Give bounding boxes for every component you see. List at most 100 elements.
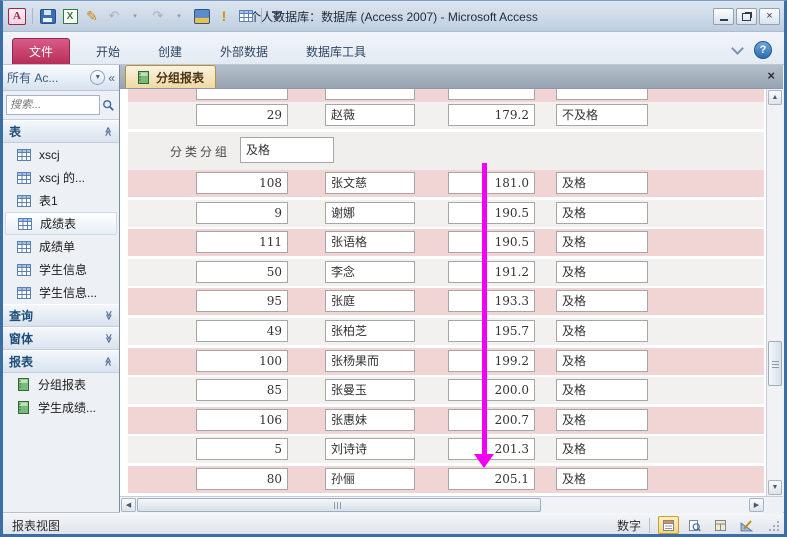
tab-file[interactable]: 文件 — [12, 38, 70, 64]
nav-item-学生信息...[interactable]: 学生信息... — [3, 281, 119, 304]
minimize-button[interactable] — [713, 7, 734, 25]
report-field-id[interactable]: 5 — [196, 438, 288, 461]
report-field-id[interactable]: 85 — [196, 379, 288, 402]
report-field-name[interactable]: 张惠妹 — [325, 408, 415, 431]
report-field-grade[interactable]: 及格 — [556, 231, 648, 254]
report-field-id[interactable]: 106 — [196, 408, 288, 431]
undo-menu-icon[interactable]: ▾ — [127, 8, 145, 25]
group-header-value[interactable]: 及格 — [240, 137, 334, 163]
help-button[interactable]: ? — [754, 41, 772, 59]
report-field-score[interactable]: 200.7 — [448, 408, 535, 431]
search-icon[interactable] — [100, 99, 116, 112]
report-field-name[interactable]: 赵薇 — [325, 104, 415, 126]
design-view-button[interactable] — [736, 516, 757, 534]
nav-section-查询[interactable]: 查询 ≫ — [3, 304, 119, 327]
scroll-left-icon[interactable]: ◀ — [121, 498, 136, 512]
report-field-name[interactable]: 孙俪 — [325, 467, 415, 490]
report-field-score[interactable]: 205.1 — [448, 467, 535, 490]
nav-section-报表[interactable]: 报表 ≫ — [3, 350, 119, 373]
report-field-grade[interactable]: 及格 — [556, 290, 648, 313]
report-field-grade[interactable]: 及格 — [556, 172, 648, 194]
redo-menu-icon[interactable]: ▾ — [171, 8, 189, 25]
report-field-score[interactable]: 199.2 — [448, 349, 535, 372]
report-field-name[interactable]: 张杨果而 — [325, 349, 415, 372]
report-field-name[interactable]: 张文慈 — [325, 172, 415, 194]
undo-icon[interactable]: ↶ — [105, 8, 123, 25]
report-field-score[interactable]: 200.0 — [448, 379, 535, 402]
restore-button[interactable] — [736, 7, 757, 25]
report-field-grade[interactable]: 及格 — [556, 201, 648, 224]
report-field-name[interactable]: 刘诗诗 — [325, 438, 415, 461]
nav-item-表1[interactable]: 表1 — [3, 189, 119, 212]
report-field-id[interactable]: 80 — [196, 467, 288, 490]
report-field-grade[interactable]: 及格 — [556, 467, 648, 490]
scroll-down-icon[interactable]: ▼ — [768, 480, 782, 495]
nav-pane-header[interactable]: 所有 Ac... ▼ « — [3, 65, 119, 91]
report-field-score[interactable]: 190.5 — [448, 201, 535, 224]
report-field-empty[interactable] — [556, 89, 648, 100]
tab-database-tools[interactable]: 数据库工具 — [287, 39, 385, 64]
report-field-grade[interactable]: 不及格 — [556, 104, 648, 126]
report-field-name[interactable]: 张曼玉 — [325, 379, 415, 402]
nav-item-成绩表[interactable]: 成绩表 — [5, 212, 117, 235]
export-excel-icon[interactable]: X — [61, 8, 79, 25]
report-field-name[interactable]: 李念 — [325, 260, 415, 283]
report-field-empty[interactable] — [448, 89, 535, 100]
access-logo-icon[interactable]: A — [8, 7, 26, 25]
layout-view-button[interactable] — [710, 516, 731, 534]
collapse-pane-icon[interactable]: « — [108, 71, 115, 85]
report-field-score[interactable]: 179.2 — [448, 104, 535, 126]
report-field-score[interactable]: 190.5 — [448, 231, 535, 254]
vertical-scrollbar[interactable]: ▲ ▼ — [766, 89, 783, 496]
nav-pane-dropdown-icon[interactable]: ▼ — [90, 70, 106, 85]
tab-home[interactable]: 开始 — [77, 39, 139, 64]
report-field-id[interactable]: 49 — [196, 319, 288, 342]
nav-item-学生信息[interactable]: 学生信息 — [3, 258, 119, 281]
report-field-id[interactable]: 9 — [196, 201, 288, 224]
report-field-grade[interactable]: 及格 — [556, 349, 648, 372]
report-field-empty[interactable] — [325, 89, 415, 100]
nav-item-xscj 的...[interactable]: xscj 的... — [3, 166, 119, 189]
report-field-id[interactable]: 111 — [196, 231, 288, 254]
report-field-grade[interactable]: 及格 — [556, 319, 648, 342]
print-preview-button[interactable] — [684, 516, 705, 534]
minimize-ribbon-icon[interactable] — [731, 42, 744, 55]
report-field-id[interactable]: 95 — [196, 290, 288, 313]
report-field-id[interactable]: 50 — [196, 260, 288, 283]
report-field-grade[interactable]: 及格 — [556, 379, 648, 402]
report-field-name[interactable]: 谢娜 — [325, 201, 415, 224]
nav-item-分组报表[interactable]: 分组报表 — [3, 373, 119, 396]
close-button[interactable]: × — [759, 7, 780, 25]
resize-grip[interactable] — [767, 518, 780, 532]
run-icon[interactable]: ! — [215, 8, 233, 25]
horizontal-scrollbar-thumb[interactable] — [137, 498, 541, 512]
close-document-icon[interactable]: × — [767, 68, 775, 83]
redo-icon[interactable]: ↷ — [149, 8, 167, 25]
report-field-score[interactable]: 193.3 — [448, 290, 535, 313]
report-field-name[interactable]: 张庭 — [325, 290, 415, 313]
tab-create[interactable]: 创建 — [139, 39, 201, 64]
scroll-right-icon[interactable]: ▶ — [749, 498, 764, 512]
horizontal-scrollbar[interactable]: ◀ ▶ — [120, 496, 783, 514]
save-icon[interactable] — [39, 8, 57, 25]
report-field-grade[interactable]: 及格 — [556, 438, 648, 461]
tab-external-data[interactable]: 外部数据 — [201, 39, 287, 64]
nav-item-学生成绩...[interactable]: 学生成绩... — [3, 396, 119, 419]
report-field-name[interactable]: 张语格 — [325, 231, 415, 254]
report-field-empty[interactable] — [196, 89, 288, 100]
report-field-id[interactable]: 100 — [196, 349, 288, 372]
report-field-score[interactable]: 181.0 — [448, 172, 535, 194]
form-tool-icon[interactable] — [193, 8, 211, 25]
document-tab[interactable]: 分组报表 — [125, 65, 217, 88]
report-field-id[interactable]: 108 — [196, 172, 288, 194]
report-view-button[interactable] — [658, 516, 679, 534]
nav-section-窗体[interactable]: 窗体 ≫ — [3, 327, 119, 350]
vertical-scrollbar-thumb[interactable] — [768, 341, 782, 386]
report-field-score[interactable]: 191.2 — [448, 260, 535, 283]
scroll-up-icon[interactable]: ▲ — [768, 90, 782, 105]
report-field-id[interactable]: 29 — [196, 104, 288, 126]
datasheet-icon[interactable] — [237, 8, 255, 25]
nav-item-xscj[interactable]: xscj — [3, 143, 119, 166]
customize-quick-access-icon[interactable] — [268, 8, 286, 25]
design-icon[interactable]: ✎ — [83, 8, 101, 25]
